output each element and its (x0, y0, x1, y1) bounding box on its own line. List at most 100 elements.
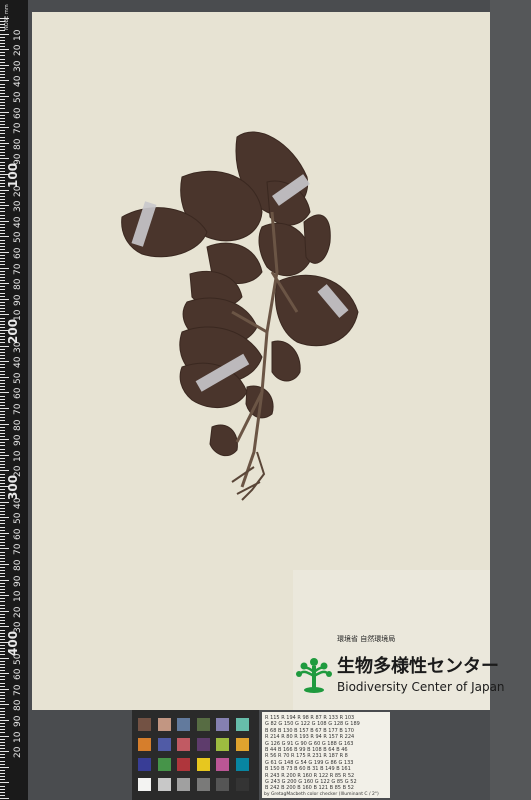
ruler-tick (0, 748, 5, 750)
measuring-ruler: 10 20 30 40 50 60 70 80 90 100 20 30 40 50 60 70 80 90 10 2… (0, 0, 28, 800)
ruler-tick (0, 454, 9, 456)
ruler-tick (0, 39, 5, 41)
ruler-tick (0, 298, 9, 300)
ruler-tick (0, 99, 5, 101)
ruler-number: 90 (13, 715, 23, 727)
ruler-tick (0, 529, 5, 531)
ruler-tick (0, 713, 5, 715)
ruler-tick (0, 314, 9, 316)
ruler-tick (0, 220, 9, 222)
color-chip (177, 718, 190, 731)
ruler-tick (0, 58, 5, 60)
ruler-number: 50 (13, 91, 23, 103)
ruler-tick (0, 186, 5, 188)
ruler-tick (0, 392, 9, 394)
ruler-tick (0, 473, 5, 475)
ruler-tick (0, 189, 9, 191)
ruler-number-large: 100 (6, 162, 20, 188)
ruler-tick (0, 716, 5, 718)
ruler-tick (0, 30, 5, 32)
ruler-tick (0, 461, 5, 463)
ruler-tick (0, 557, 5, 559)
color-chip (196, 738, 210, 751)
ruler-tick (0, 145, 5, 147)
ruler-tick (0, 177, 5, 179)
ruler-tick (0, 214, 5, 216)
ruler-tick (0, 588, 5, 590)
ministry-text: 環境省 自然環境局 (337, 635, 396, 643)
ruler-number: 70 (13, 543, 23, 556)
ruler-number: 90 (13, 434, 23, 447)
ruler-tick (0, 236, 9, 238)
ruler-tick (0, 230, 5, 232)
ruler-number: 70 (13, 403, 23, 415)
ruler-tick (0, 133, 5, 135)
ruler-tick (0, 620, 5, 622)
color-chip (216, 778, 229, 791)
ruler-tick (0, 86, 5, 88)
ruler-tick (0, 457, 5, 459)
ruler-tick (0, 514, 5, 516)
ruler-tick (0, 532, 9, 534)
ruler-tick (0, 701, 5, 703)
ruler-tick (0, 289, 5, 291)
ruler-tick (0, 149, 5, 151)
ruler-tick (0, 389, 5, 391)
ruler-tick (0, 610, 9, 612)
ruler-tick (0, 61, 5, 63)
ruler-tick (0, 582, 5, 584)
ruler-tick (0, 766, 9, 768)
ruler-tick (0, 292, 5, 294)
ruler-tick (0, 152, 5, 154)
color-table-row: G 243 G 200 G 160 G 122 G 85 G 52 (265, 779, 357, 785)
color-chip (138, 738, 151, 751)
ruler-tick (0, 517, 9, 519)
ruler-number: 80 (13, 278, 23, 291)
ruler-tick (0, 64, 9, 66)
ruler-number: 80 (13, 699, 23, 712)
ruler-tick (0, 670, 5, 672)
ruler-tick (0, 124, 5, 126)
ruler-corner-text: NOBE mm (4, 4, 10, 30)
ruler-tick (0, 666, 5, 668)
ruler-tick (0, 763, 5, 765)
ruler-tick (0, 632, 5, 634)
ruler-tick (0, 673, 9, 675)
ruler-tick (0, 682, 5, 684)
ruler-tick (0, 111, 9, 113)
ruler-tick (0, 613, 5, 615)
color-table-row: R 243 R 200 R 160 R 122 R 85 R 52 (265, 772, 355, 779)
ruler-tick (0, 663, 5, 665)
ruler-tick (0, 42, 5, 44)
ruler-tick (0, 180, 5, 182)
ruler-tick (0, 598, 5, 600)
ruler-tick (0, 202, 5, 204)
ruler-tick (0, 585, 5, 587)
ruler-tick (0, 345, 9, 347)
color-chip (216, 718, 229, 731)
ruler-tick (0, 105, 5, 107)
ruler-tick (0, 657, 9, 659)
ruler-number: 80 (13, 138, 23, 150)
ruler-tick (0, 205, 9, 207)
color-chip (216, 738, 229, 751)
ruler-tick (0, 604, 5, 606)
ruler-tick (0, 723, 5, 725)
ruler-tick (0, 426, 5, 428)
ruler-tick (0, 482, 5, 484)
ruler-tick (0, 788, 5, 790)
ruler-tick (0, 211, 5, 213)
color-table-row: G 82 G 150 G 122 G 108 G 128 G 189 (265, 721, 360, 728)
ruler-tick (0, 567, 5, 569)
ruler-tick (0, 595, 9, 597)
ruler-tick (0, 351, 5, 353)
ruler-tick (0, 432, 5, 434)
ruler-tick (0, 142, 9, 144)
ruler-tick (0, 398, 5, 400)
ruler-number: 40 (13, 216, 23, 228)
ruler-tick (0, 367, 5, 369)
ruler-tick (0, 320, 5, 322)
ruler-tick (0, 579, 9, 581)
ruler-tick (0, 623, 5, 625)
ruler-number: 30 (13, 200, 23, 213)
